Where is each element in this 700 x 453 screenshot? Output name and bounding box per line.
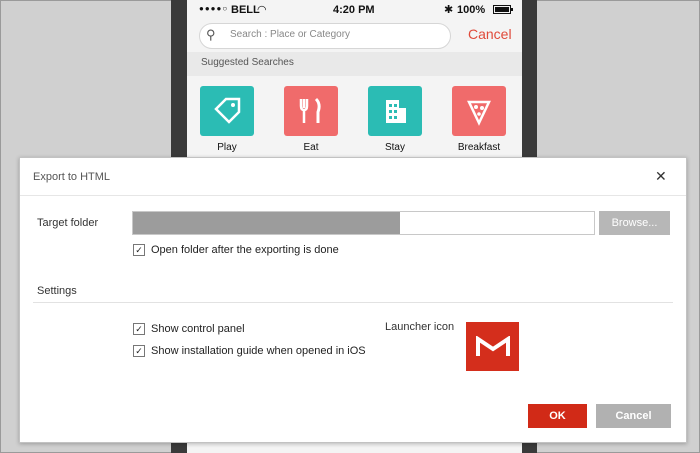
battery-percent: 100% bbox=[457, 4, 486, 16]
launcher-icon-preview[interactable] bbox=[466, 322, 519, 371]
show-control-panel-label: Show control panel bbox=[151, 323, 245, 335]
ok-button[interactable]: OK bbox=[528, 404, 587, 428]
tag-icon bbox=[200, 86, 254, 136]
building-icon bbox=[368, 86, 422, 136]
carrier-name: BELL bbox=[231, 4, 260, 16]
pizza-icon bbox=[452, 86, 506, 136]
show-control-panel-checkbox[interactable]: ✓ Show control panel bbox=[133, 323, 245, 335]
category-label: Eat bbox=[303, 142, 319, 153]
signal-icon: ●●●●○ bbox=[199, 4, 229, 13]
category-tile-stay[interactable]: Stay bbox=[355, 86, 435, 153]
category-tile-breakfast[interactable]: Breakfast bbox=[439, 86, 519, 153]
show-guide-label: Show installation guide when opened in i… bbox=[151, 345, 366, 357]
launcher-icon-label: Launcher icon bbox=[385, 321, 455, 333]
category-tile-eat[interactable]: Eat bbox=[271, 86, 351, 153]
open-folder-label: Open folder after the exporting is done bbox=[151, 244, 339, 256]
search-placeholder: Search : Place or Category bbox=[230, 29, 351, 40]
search-cancel-link[interactable]: Cancel bbox=[468, 26, 512, 42]
cancel-button[interactable]: Cancel bbox=[596, 404, 671, 428]
checkbox-icon: ✓ bbox=[133, 323, 145, 335]
open-folder-checkbox[interactable]: ✓ Open folder after the exporting is don… bbox=[133, 244, 339, 256]
bluetooth-icon: ✱ bbox=[444, 4, 454, 16]
suggested-searches-title: Suggested Searches bbox=[201, 57, 294, 68]
checkbox-icon: ✓ bbox=[133, 345, 145, 357]
browse-button[interactable]: Browse... bbox=[599, 211, 670, 235]
export-dialog: Export to HTML ✕ Target folder Browse...… bbox=[19, 157, 687, 443]
checkbox-icon: ✓ bbox=[133, 244, 145, 256]
wifi-icon: ◠ bbox=[257, 4, 267, 16]
settings-label: Settings bbox=[37, 285, 77, 297]
folder-path-redacted bbox=[133, 212, 401, 234]
close-icon[interactable]: ✕ bbox=[655, 168, 667, 185]
dialog-title: Export to HTML bbox=[33, 171, 111, 183]
status-time: 4:20 PM bbox=[333, 4, 375, 16]
category-label: Stay bbox=[384, 142, 405, 153]
category-label: Play bbox=[217, 142, 237, 153]
show-guide-checkbox[interactable]: ✓ Show installation guide when opened in… bbox=[133, 345, 366, 357]
battery-icon bbox=[493, 5, 513, 14]
category-label: Breakfast bbox=[457, 142, 501, 153]
category-tile-play[interactable]: Play bbox=[187, 86, 267, 153]
fork-knife-icon bbox=[284, 86, 338, 136]
m-logo-icon bbox=[475, 335, 510, 356]
settings-divider bbox=[33, 302, 673, 303]
search-field[interactable]: ⚲ Search : Place or Category bbox=[199, 23, 451, 49]
search-icon: ⚲ bbox=[206, 27, 216, 42]
divider bbox=[20, 195, 686, 196]
suggested-searches-header: Suggested Searches bbox=[187, 52, 522, 76]
target-folder-input[interactable] bbox=[132, 211, 595, 235]
status-bar: ●●●●○ BELL ◠ 4:20 PM ✱ 100% bbox=[187, 0, 522, 20]
target-folder-label: Target folder bbox=[37, 217, 99, 229]
